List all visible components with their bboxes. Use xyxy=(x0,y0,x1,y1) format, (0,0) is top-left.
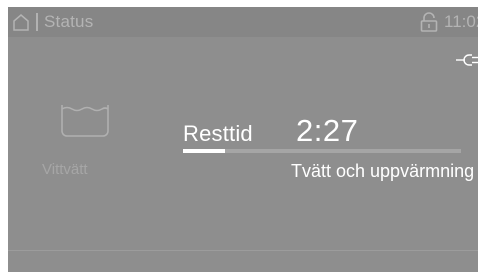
appliance-display: Status 11:02 Vittvätt Resttid 2:27 Tvätt… xyxy=(8,7,478,272)
status-separator xyxy=(36,13,38,31)
lock-icon[interactable] xyxy=(420,12,438,32)
remaining-time-label: Resttid xyxy=(183,121,253,146)
plug-icon xyxy=(456,54,478,66)
progress-bar xyxy=(183,149,461,153)
status-bar: Status 11:02 xyxy=(8,7,478,37)
program-name: Vittvätt xyxy=(42,161,88,178)
status-title: Status xyxy=(44,12,94,31)
progress-fill xyxy=(183,149,225,153)
program-phase: Tvätt och uppvärmning xyxy=(291,161,475,181)
wash-basin-icon xyxy=(61,105,109,137)
home-icon[interactable] xyxy=(12,13,30,31)
clock: 11:02 xyxy=(444,12,478,31)
remaining-time-value: 2:27 xyxy=(296,113,359,148)
bottom-divider xyxy=(8,250,478,251)
